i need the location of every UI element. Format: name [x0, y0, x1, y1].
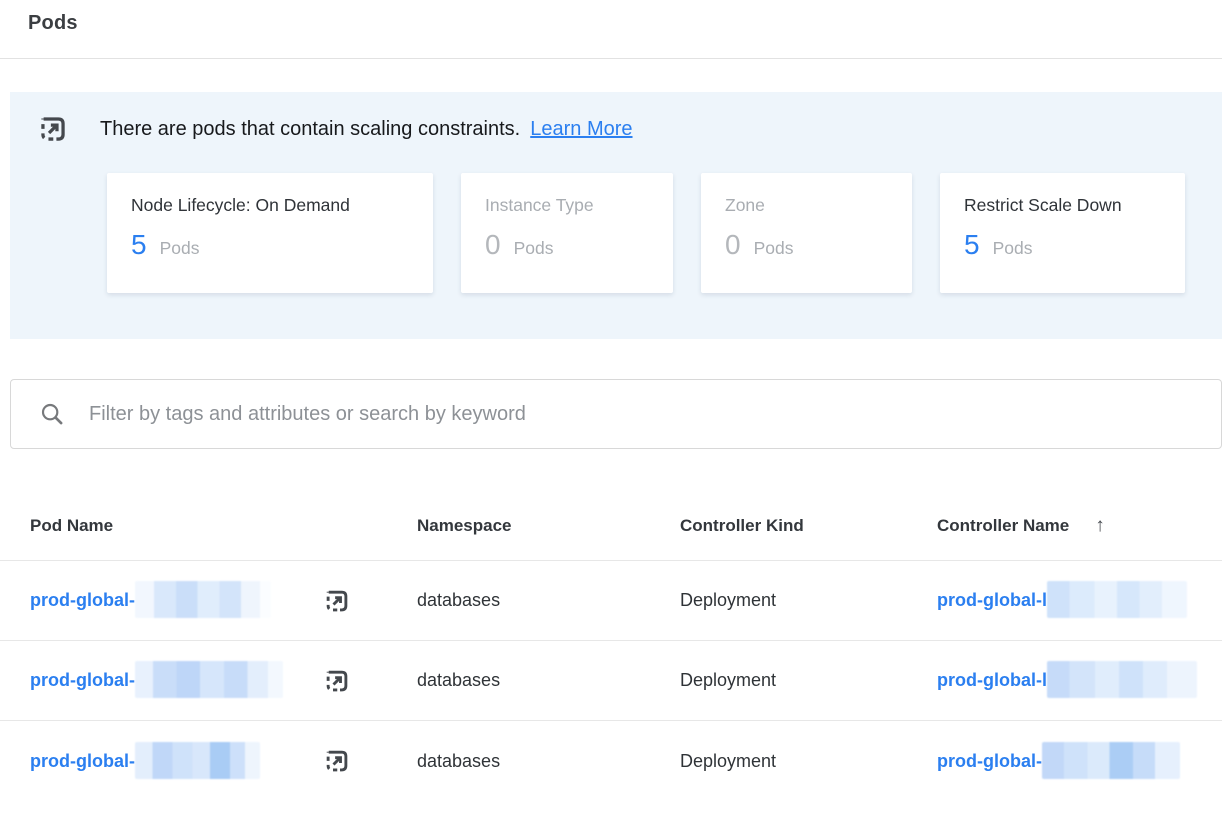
controller-kind-cell: Deployment: [680, 590, 937, 611]
controller-name-link[interactable]: prod-global-: [937, 751, 1042, 772]
pod-name-cell: prod-global-: [30, 662, 417, 699]
filter-search-bar[interactable]: [10, 379, 1222, 449]
constraint-cards: Node Lifecycle: On Demand 5 Pods Instanc…: [107, 173, 1222, 293]
redacted-pod-name: [135, 581, 271, 618]
card-unit: Pods: [514, 238, 554, 259]
card-unit: Pods: [993, 238, 1033, 259]
namespace-cell: databases: [417, 590, 680, 611]
column-header-label: Controller Name: [937, 516, 1069, 536]
card-value: 0: [485, 229, 501, 261]
pod-name-link[interactable]: prod-global-: [30, 751, 135, 772]
pods-page: Pods There are pods that contain scaling…: [0, 12, 1222, 816]
column-header-label: Pod Name: [30, 516, 113, 536]
namespace-cell: databases: [417, 751, 680, 772]
controller-name-cell: prod-global-l: [937, 662, 1222, 699]
controller-kind-cell: Deployment: [680, 670, 937, 691]
controller-name-cell: prod-global-l: [937, 582, 1222, 619]
pod-name-cell: prod-global-: [30, 582, 417, 619]
namespace-cell: databases: [417, 670, 680, 691]
redacted-controller-name: [1047, 661, 1197, 698]
scale-up-icon[interactable]: [322, 586, 352, 616]
column-header-pod-name[interactable]: Pod Name: [30, 516, 417, 536]
learn-more-link[interactable]: Learn More: [530, 118, 632, 141]
controller-name-link[interactable]: prod-global-l: [937, 590, 1047, 611]
controller-name-link[interactable]: prod-global-l: [937, 670, 1047, 691]
page-title: Pods: [28, 12, 1222, 35]
card-title: Zone: [725, 195, 888, 216]
card-title: Node Lifecycle: On Demand: [131, 195, 409, 216]
scale-up-icon[interactable]: [322, 746, 352, 776]
card-unit: Pods: [754, 238, 794, 259]
table-row: prod-global- databases Deployment prod-g…: [0, 561, 1222, 641]
column-header-namespace[interactable]: Namespace: [417, 516, 680, 536]
banner-message: There are pods that contain scaling cons…: [100, 118, 520, 141]
card-unit: Pods: [160, 238, 200, 259]
column-header-controller-kind[interactable]: Controller Kind: [680, 516, 937, 536]
scale-up-icon: [36, 112, 70, 146]
column-header-label: Controller Kind: [680, 516, 804, 536]
card-value: 0: [725, 229, 741, 261]
pod-name-link[interactable]: prod-global-: [30, 590, 135, 611]
divider: [0, 58, 1222, 59]
table-header: Pod Name Namespace Controller Kind Contr…: [0, 491, 1222, 561]
pod-name-link[interactable]: prod-global-: [30, 670, 135, 691]
card-node-lifecycle-on-demand[interactable]: Node Lifecycle: On Demand 5 Pods: [107, 173, 433, 293]
card-zone[interactable]: Zone 0 Pods: [701, 173, 912, 293]
sort-arrow-up-icon[interactable]: ↑: [1095, 515, 1105, 537]
redacted-pod-name: [135, 661, 283, 698]
controller-name-cell: prod-global-: [937, 743, 1222, 780]
column-header-controller-name[interactable]: Controller Name ↑: [937, 515, 1222, 537]
scaling-constraints-banner: There are pods that contain scaling cons…: [10, 92, 1222, 339]
banner-header: There are pods that contain scaling cons…: [36, 112, 1222, 146]
pods-table: Pod Name Namespace Controller Kind Contr…: [0, 491, 1222, 801]
card-title: Restrict Scale Down: [964, 195, 1161, 216]
card-value-row: 5 Pods: [964, 229, 1161, 261]
card-restrict-scale-down[interactable]: Restrict Scale Down 5 Pods: [940, 173, 1185, 293]
card-value: 5: [131, 229, 147, 261]
redacted-pod-name: [135, 742, 260, 779]
controller-kind-cell: Deployment: [680, 751, 937, 772]
card-value: 5: [964, 229, 980, 261]
card-value-row: 0 Pods: [485, 229, 649, 261]
card-instance-type[interactable]: Instance Type 0 Pods: [461, 173, 673, 293]
scale-up-icon[interactable]: [322, 666, 352, 696]
search-input[interactable]: [89, 380, 1221, 448]
card-title: Instance Type: [485, 195, 649, 216]
redacted-controller-name: [1047, 581, 1187, 618]
column-header-label: Namespace: [417, 516, 512, 536]
search-icon: [39, 401, 65, 427]
redacted-controller-name: [1042, 742, 1180, 779]
table-row: prod-global- databases Deployment prod-g…: [0, 641, 1222, 721]
table-row: prod-global- databases Deployment prod-g…: [0, 721, 1222, 801]
pod-name-cell: prod-global-: [30, 743, 417, 780]
card-value-row: 0 Pods: [725, 229, 888, 261]
card-value-row: 5 Pods: [131, 229, 409, 261]
